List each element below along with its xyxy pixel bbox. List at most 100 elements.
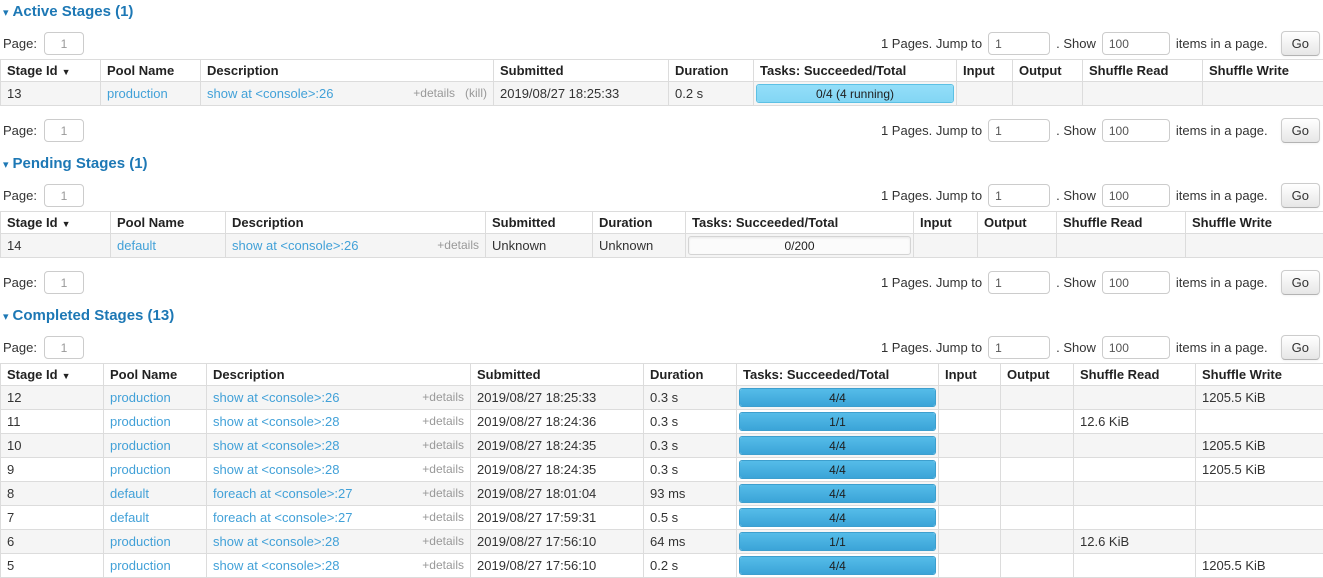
go-button[interactable]: Go xyxy=(1281,31,1320,56)
column-header[interactable]: Shuffle Read xyxy=(1057,212,1186,234)
details-link[interactable]: +details xyxy=(422,510,464,524)
pool-link[interactable]: production xyxy=(107,86,168,101)
section-title: Completed Stages (13) xyxy=(13,307,175,324)
cell-tasks: 4/4 xyxy=(737,506,939,530)
details-link[interactable]: +details xyxy=(422,390,464,404)
column-header[interactable]: Input xyxy=(914,212,978,234)
details-link[interactable]: +details xyxy=(413,86,455,100)
details-link[interactable]: +details xyxy=(422,486,464,500)
column-header[interactable]: Shuffle Write xyxy=(1203,60,1323,82)
kill-link[interactable]: (kill) xyxy=(465,86,487,100)
pool-link[interactable]: production xyxy=(110,414,171,429)
column-header[interactable]: Description xyxy=(226,212,486,234)
cell-stage-id: 10 xyxy=(1,434,104,458)
pages-count-text: 1 Pages. Jump to xyxy=(881,340,982,355)
column-header[interactable]: Submitted xyxy=(486,212,593,234)
column-header[interactable]: Output xyxy=(1001,364,1074,386)
pending-stages-header[interactable]: ▾ Pending Stages (1) xyxy=(2,155,1323,172)
stage-description-link[interactable]: show at <console>:28 xyxy=(213,558,339,573)
cell-duration: 0.3 s xyxy=(644,434,737,458)
stage-description-link[interactable]: show at <console>:28 xyxy=(213,414,339,429)
pool-link[interactable]: production xyxy=(110,390,171,405)
jump-to-input[interactable] xyxy=(988,336,1050,359)
cell-stage-id: 8 xyxy=(1,482,104,506)
page-input[interactable] xyxy=(44,184,84,207)
stage-description-link[interactable]: show at <console>:26 xyxy=(213,390,339,405)
jump-to-input[interactable] xyxy=(988,32,1050,55)
pool-link[interactable]: production xyxy=(110,438,171,453)
page-input[interactable] xyxy=(44,32,84,55)
column-header[interactable]: Duration xyxy=(669,60,754,82)
column-header[interactable]: Stage Id▼ xyxy=(1,60,101,82)
pool-link[interactable]: production xyxy=(110,462,171,477)
column-header[interactable]: Stage Id▼ xyxy=(1,364,104,386)
column-header[interactable]: Shuffle Read xyxy=(1083,60,1203,82)
column-header[interactable]: Pool Name xyxy=(111,212,226,234)
cell-stage-id: 12 xyxy=(1,386,104,410)
column-header[interactable]: Tasks: Succeeded/Total xyxy=(737,364,939,386)
column-header[interactable]: Pool Name xyxy=(101,60,201,82)
pool-link[interactable]: default xyxy=(110,510,149,525)
details-link[interactable]: +details xyxy=(422,462,464,476)
details-link[interactable]: +details xyxy=(422,558,464,572)
table-row: 12 production +details show at <console>:26… xyxy=(1,386,1323,410)
column-header[interactable]: Input xyxy=(939,364,1001,386)
column-header[interactable]: Pool Name xyxy=(104,364,207,386)
column-header[interactable]: Submitted xyxy=(471,364,644,386)
details-link[interactable]: +details xyxy=(422,534,464,548)
page-input[interactable] xyxy=(44,119,84,142)
active-stages-header[interactable]: ▾ Active Stages (1) xyxy=(2,3,1323,20)
column-header[interactable]: Shuffle Write xyxy=(1186,212,1323,234)
pool-link[interactable]: default xyxy=(117,238,156,253)
cell-input xyxy=(957,82,1013,106)
pool-link[interactable]: production xyxy=(110,558,171,573)
show-input[interactable] xyxy=(1102,336,1170,359)
pool-link[interactable]: production xyxy=(110,534,171,549)
go-button[interactable]: Go xyxy=(1281,118,1320,143)
page-input[interactable] xyxy=(44,336,84,359)
cell-submitted: 2019/08/27 18:25:33 xyxy=(494,82,669,106)
go-button[interactable]: Go xyxy=(1281,183,1320,208)
completed-stages-header[interactable]: ▾ Completed Stages (13) xyxy=(2,307,1323,324)
show-input[interactable] xyxy=(1102,184,1170,207)
details-link[interactable]: +details xyxy=(437,238,479,252)
go-button[interactable]: Go xyxy=(1281,270,1320,295)
cell-output xyxy=(1001,410,1074,434)
details-link[interactable]: +details xyxy=(422,438,464,452)
details-link[interactable]: +details xyxy=(422,414,464,428)
show-label: . Show xyxy=(1056,123,1096,138)
stage-description-link[interactable]: show at <console>:28 xyxy=(213,534,339,549)
column-header[interactable]: Shuffle Write xyxy=(1196,364,1323,386)
column-header[interactable]: Duration xyxy=(593,212,686,234)
stage-description-link[interactable]: show at <console>:28 xyxy=(213,438,339,453)
page-input[interactable] xyxy=(44,271,84,294)
show-input[interactable] xyxy=(1102,271,1170,294)
show-input[interactable] xyxy=(1102,32,1170,55)
column-header[interactable]: Description xyxy=(201,60,494,82)
stage-description-link[interactable]: show at <console>:28 xyxy=(213,462,339,477)
pool-link[interactable]: default xyxy=(110,486,149,501)
stage-description-link[interactable]: foreach at <console>:27 xyxy=(213,486,353,501)
go-button[interactable]: Go xyxy=(1281,335,1320,360)
column-header[interactable]: Submitted xyxy=(494,60,669,82)
pagination-controls: 1 Pages. Jump to . Show items in a page.… xyxy=(881,118,1320,143)
column-header[interactable]: Shuffle Read xyxy=(1074,364,1196,386)
cell-submitted: 2019/08/27 18:01:04 xyxy=(471,482,644,506)
column-header[interactable]: Tasks: Succeeded/Total xyxy=(754,60,957,82)
stage-description-link[interactable]: show at <console>:26 xyxy=(207,86,333,101)
column-header[interactable]: Stage Id▼ xyxy=(1,212,111,234)
jump-to-input[interactable] xyxy=(988,119,1050,142)
stage-description-link[interactable]: show at <console>:26 xyxy=(232,238,358,253)
cell-shuffle-read: 12.6 KiB xyxy=(1074,410,1196,434)
column-header[interactable]: Description xyxy=(207,364,471,386)
show-input[interactable] xyxy=(1102,119,1170,142)
column-header[interactable]: Tasks: Succeeded/Total xyxy=(686,212,914,234)
column-header[interactable]: Output xyxy=(1013,60,1083,82)
column-header[interactable]: Input xyxy=(957,60,1013,82)
column-header[interactable]: Output xyxy=(978,212,1057,234)
jump-to-input[interactable] xyxy=(988,271,1050,294)
items-per-page-label: items in a page. xyxy=(1176,188,1268,203)
jump-to-input[interactable] xyxy=(988,184,1050,207)
column-header[interactable]: Duration xyxy=(644,364,737,386)
stage-description-link[interactable]: foreach at <console>:27 xyxy=(213,510,353,525)
